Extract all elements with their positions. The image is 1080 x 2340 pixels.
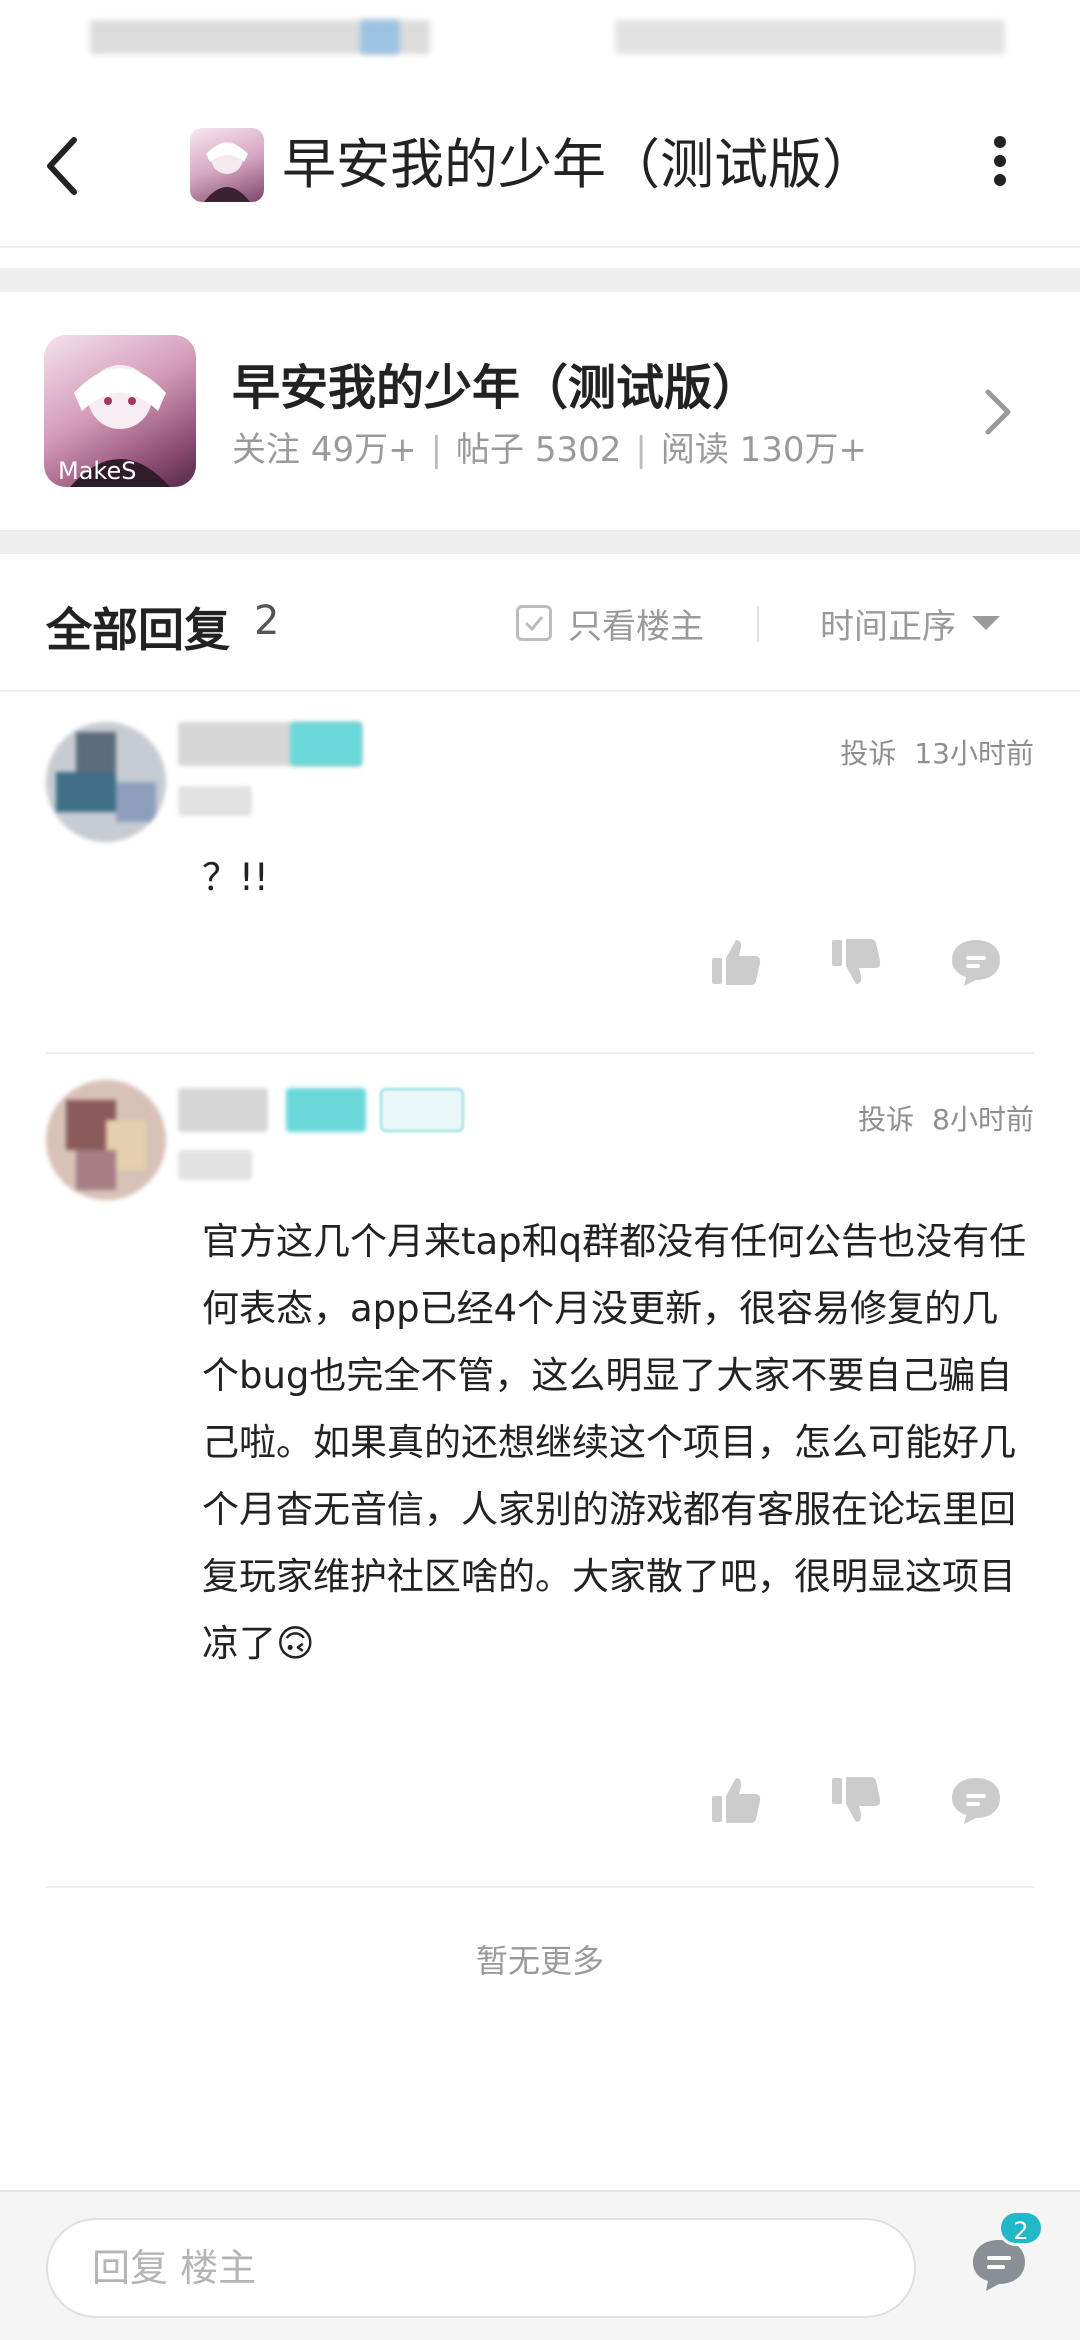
like-button[interactable] — [706, 1770, 766, 1830]
status-bar — [0, 0, 1080, 80]
comment-bubble-icon — [952, 1778, 1000, 1824]
complain-link[interactable]: 投诉 — [858, 1103, 914, 1136]
chevron-left-icon — [47, 137, 77, 195]
comment-button[interactable] — [946, 932, 1006, 992]
page-title: 早安我的少年（测试版） — [282, 133, 876, 196]
user-tag-blurred — [380, 1088, 464, 1132]
reply-item: 投诉 8小时前 官方这几个月来tap和q群都没有任何公告也没有任何表态，app已经… — [0, 1054, 1080, 1884]
avatar[interactable] — [46, 722, 166, 842]
divider — [46, 1886, 1034, 1888]
forum-reads: 阅读 130万+ — [660, 430, 868, 470]
reply-content: ？!! — [202, 856, 269, 899]
reply-actions — [0, 1770, 1080, 1830]
only-op-toggle[interactable]: 只看楼主 — [516, 598, 704, 648]
user-badge-blurred — [286, 1088, 366, 1132]
reply-meta: 投诉 13小时前 — [840, 732, 1034, 772]
reply-meta: 投诉 8小时前 — [858, 1098, 1034, 1138]
chevron-right-icon — [985, 389, 1011, 435]
more-button[interactable] — [980, 136, 1020, 196]
replies-count: 2 — [254, 598, 280, 644]
forum-avatar-small — [190, 128, 264, 202]
checkbox-icon — [516, 605, 552, 641]
back-button[interactable] — [40, 128, 88, 204]
section-gap — [0, 530, 1080, 554]
dislike-button[interactable] — [826, 932, 886, 992]
divider — [757, 606, 759, 642]
thumbs-up-icon — [712, 940, 761, 985]
section-gap — [0, 268, 1080, 292]
post-detail-page: 早安我的少年（测试版） MakeS 早安我的少年（测试版） 关注 49万+ | 帖子… — [0, 0, 1080, 2340]
username-blurred — [178, 1088, 268, 1132]
bottom-reply-bar: 回复 楼主 2 — [0, 2190, 1080, 2340]
no-more-text: 暂无更多 — [475, 1942, 604, 1980]
top-nav-bar: 早安我的少年（测试版） — [0, 100, 1080, 230]
reply-time: 13小时前 — [914, 737, 1034, 770]
like-button[interactable] — [706, 932, 766, 992]
user-badge-blurred — [290, 722, 362, 766]
comment-button[interactable] — [946, 1770, 1006, 1830]
thumbs-down-icon — [832, 939, 881, 984]
sort-dropdown[interactable]: 时间正序 — [820, 598, 1000, 648]
forum-logo-text: MakeS — [58, 457, 136, 485]
thumbs-down-icon — [832, 1777, 881, 1822]
forum-avatar: MakeS — [44, 335, 196, 487]
thumbs-up-icon — [712, 1778, 761, 1823]
user-level-blurred — [178, 786, 252, 816]
user-level-blurred — [178, 1150, 252, 1180]
forum-posts: 帖子 5302 — [456, 430, 622, 470]
reply-time: 8小时前 — [932, 1103, 1034, 1136]
divider — [0, 246, 1080, 248]
reply-input[interactable]: 回复 楼主 — [46, 2218, 916, 2318]
reply-actions — [0, 932, 1080, 992]
sort-label: 时间正序 — [820, 606, 956, 647]
replies-title: 全部回复 — [46, 603, 230, 657]
avatar[interactable] — [46, 1080, 166, 1200]
forum-name: 早安我的少年（测试版） — [232, 360, 761, 416]
dislike-button[interactable] — [826, 1770, 886, 1830]
comment-count-badge: 2 — [998, 2210, 1044, 2246]
complain-link[interactable]: 投诉 — [840, 737, 896, 770]
more-vertical-icon — [994, 136, 1006, 148]
forum-followers: 关注 49万+ — [232, 430, 417, 470]
replies-header: 全部回复 2 只看楼主 时间正序 — [0, 556, 1080, 690]
comment-bubble-icon — [952, 940, 1000, 986]
reply-item: 投诉 13小时前 ？!! — [0, 692, 1080, 1052]
forum-stats: 关注 49万+ | 帖子 5302 | 阅读 130万+ — [232, 430, 868, 470]
caret-down-icon — [972, 616, 1000, 630]
only-op-label: 只看楼主 — [568, 606, 704, 647]
reply-content: 官方这几个月来tap和q群都没有任何公告也没有任何表态，app已经4个月没更新，… — [202, 1220, 1027, 1665]
forum-card[interactable]: MakeS 早安我的少年（测试版） 关注 49万+ | 帖子 5302 | 阅读 130… — [0, 292, 1080, 530]
